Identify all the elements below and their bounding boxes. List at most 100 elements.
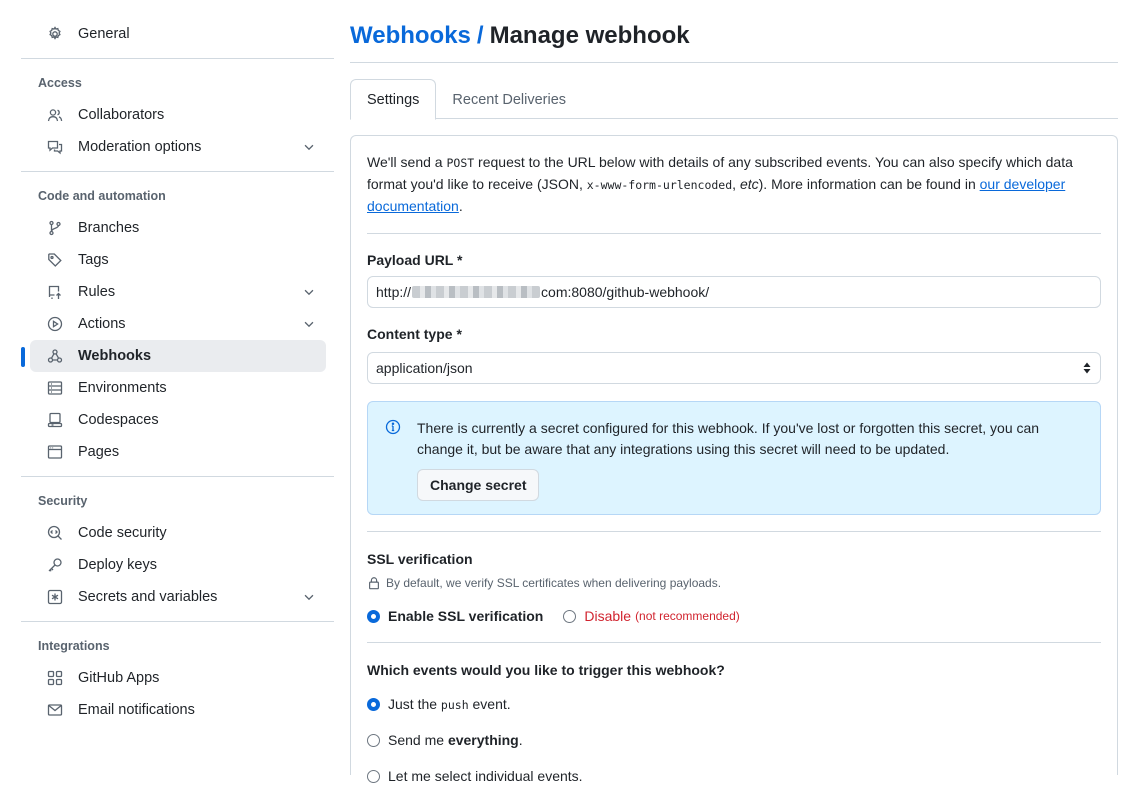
sidebar-item-label: GitHub Apps — [78, 670, 160, 686]
sidebar-item-label: Tags — [78, 252, 109, 268]
chevron-down-icon[interactable] — [302, 285, 316, 299]
everything-radio[interactable] — [367, 733, 380, 747]
sidebar-item-label: Collaborators — [78, 107, 165, 123]
sidebar-item-label: Environments — [78, 380, 167, 396]
enable-ssl-radio[interactable] — [367, 609, 380, 623]
event-option-push: Just the push event. — [367, 694, 1101, 714]
sidebar-item-email[interactable]: Email notifications — [30, 694, 326, 726]
sidebar-item-deploy-keys[interactable]: Deploy keys — [30, 549, 326, 581]
intro-text-part: , — [732, 176, 740, 192]
divider — [350, 62, 1118, 63]
repo-push-icon — [47, 284, 63, 300]
page-title-text: Manage webhook — [489, 22, 690, 49]
divider — [21, 171, 334, 172]
section-heading-code-automation: Code and automation — [38, 189, 166, 203]
comment-discussion-icon — [47, 139, 63, 155]
sidebar-item-secrets[interactable]: Secrets and variables — [30, 581, 326, 613]
push-event-label[interactable]: Just the push event. — [388, 696, 511, 712]
divider — [21, 476, 334, 477]
ssl-note-text: By default, we verify SSL certificates w… — [386, 576, 722, 590]
sidebar-item-label: Moderation options — [78, 139, 202, 155]
individual-events-radio[interactable] — [367, 769, 380, 783]
event-option-everything: Send me everything. — [367, 730, 1101, 750]
disable-ssl-label[interactable]: Disable — [584, 608, 631, 624]
codescan-icon — [47, 525, 63, 541]
sidebar-item-label: Deploy keys — [78, 557, 157, 573]
intro-text-part: We'll send a — [367, 154, 447, 170]
sidebar-item-codespaces[interactable]: Codespaces — [30, 404, 326, 436]
gear-icon — [47, 26, 63, 42]
sidebar-item-tags[interactable]: Tags — [30, 244, 326, 276]
payload-url-label: Payload URL * — [367, 252, 463, 268]
git-branch-icon — [47, 220, 63, 236]
individual-events-label[interactable]: Let me select individual events. — [388, 768, 583, 784]
push-event-radio[interactable] — [367, 697, 380, 711]
ssl-note: By default, we verify SSL certificates w… — [367, 574, 1101, 592]
tab-settings[interactable]: Settings — [350, 79, 437, 120]
tab-bar: Settings Recent Deliveries — [350, 79, 1118, 120]
breadcrumb-separator: / — [476, 22, 484, 49]
sidebar-item-label: Actions — [78, 316, 126, 332]
sidebar-item-github-apps[interactable]: GitHub Apps — [30, 662, 326, 694]
divider — [367, 233, 1101, 234]
apps-icon — [47, 670, 63, 686]
divider — [367, 642, 1101, 643]
payload-url-suffix: com:8080/github-webhook/ — [541, 284, 710, 300]
label-text: . — [518, 732, 523, 748]
disable-ssl-radio[interactable] — [563, 609, 577, 623]
lock-icon — [369, 577, 379, 590]
events-title: Which events would you like to trigger t… — [367, 662, 725, 678]
webhook-settings-main: Webhooks / Manage webhook Settings Recen… — [350, 18, 1118, 784]
sidebar-item-environments[interactable]: Environments — [30, 372, 326, 404]
asterisk-box-icon — [47, 589, 63, 605]
sidebar-item-label: Codespaces — [78, 412, 159, 428]
sidebar-item-label: Rules — [78, 284, 116, 300]
payload-url-input[interactable]: http:// com:8080/github-webhook/ — [367, 276, 1101, 308]
redacted-host — [412, 286, 541, 298]
sidebar-item-label: Branches — [78, 220, 140, 236]
sidebar-item-general[interactable]: General — [30, 18, 326, 50]
content-type-value: application/json — [376, 360, 473, 376]
people-icon — [47, 107, 63, 123]
sidebar-item-label: General — [78, 26, 130, 42]
change-secret-button[interactable]: Change secret — [417, 469, 540, 501]
chevron-down-icon[interactable] — [302, 140, 316, 154]
chevron-down-icon[interactable] — [302, 590, 316, 604]
label-text: Just the — [388, 696, 441, 712]
sidebar-item-moderation[interactable]: Moderation options — [30, 131, 326, 163]
content-type-select[interactable]: application/json — [367, 352, 1101, 384]
settings-sidebar: General Access Collaborators Moderation … — [21, 18, 334, 726]
enable-ssl-label[interactable]: Enable SSL verification — [388, 608, 543, 624]
sidebar-item-branches[interactable]: Branches — [30, 212, 326, 244]
secret-info-text: There is currently a secret configured f… — [417, 420, 1040, 457]
everything-label[interactable]: Send me everything. — [388, 732, 523, 748]
breadcrumb-webhooks-link[interactable]: Webhooks — [350, 22, 471, 50]
chevron-down-icon[interactable] — [302, 317, 316, 331]
sidebar-item-webhooks[interactable]: Webhooks — [21, 340, 326, 372]
play-icon — [47, 316, 63, 332]
intro-text: We'll send a POST request to the URL bel… — [367, 152, 1101, 217]
intro-text-part: ). More information can be found in — [758, 176, 980, 192]
sidebar-item-label: Webhooks — [78, 348, 152, 364]
sidebar-item-label: Email notifications — [78, 702, 195, 718]
ssl-verification-title: SSL verification — [367, 551, 473, 567]
info-icon — [385, 419, 401, 435]
sidebar-item-rules[interactable]: Rules — [30, 276, 326, 308]
tab-recent-deliveries[interactable]: Recent Deliveries — [436, 79, 582, 120]
secret-info-flash: There is currently a secret configured f… — [367, 401, 1101, 515]
sidebar-item-collaborators[interactable]: Collaborators — [30, 99, 326, 131]
key-icon — [47, 557, 63, 573]
section-heading-security: Security — [38, 494, 88, 508]
sidebar-item-actions[interactable]: Actions — [30, 308, 326, 340]
content-type-label: Content type * — [367, 326, 462, 342]
form-urlencoded-code: x-www-form-urlencoded — [586, 178, 733, 192]
webhook-form-panel: We'll send a POST request to the URL bel… — [350, 135, 1118, 784]
codespaces-icon — [47, 412, 63, 428]
everything-bold: everything — [447, 732, 519, 748]
section-heading-integrations: Integrations — [38, 639, 110, 653]
sidebar-item-label: Pages — [78, 444, 120, 460]
section-heading-access: Access — [38, 76, 82, 90]
webhook-icon — [47, 348, 63, 364]
sidebar-item-code-security[interactable]: Code security — [30, 517, 326, 549]
sidebar-item-pages[interactable]: Pages — [30, 436, 326, 468]
